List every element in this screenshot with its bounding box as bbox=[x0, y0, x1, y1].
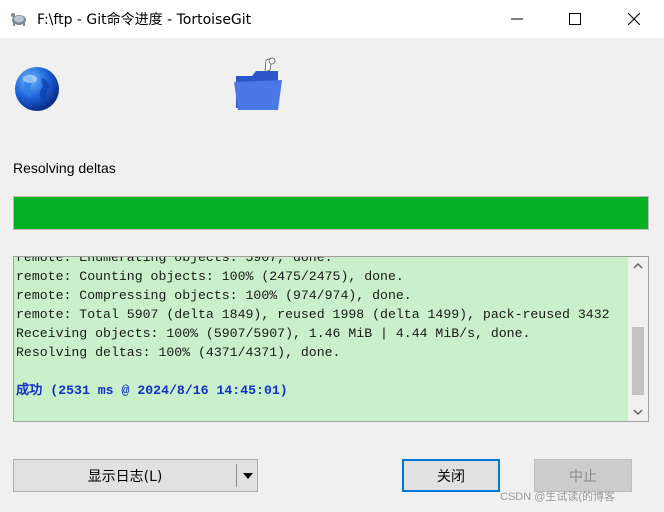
minimize-button[interactable] bbox=[488, 0, 546, 38]
globe-icon bbox=[15, 67, 59, 111]
close-icon bbox=[628, 13, 640, 25]
chevron-up-icon bbox=[633, 263, 643, 269]
scroll-thumb[interactable] bbox=[632, 327, 644, 395]
scroll-up-button[interactable] bbox=[628, 257, 648, 275]
watermark: CSDN @生试读(的博客 bbox=[500, 491, 616, 503]
scroll-down-button[interactable] bbox=[628, 403, 648, 421]
close-window-button[interactable] bbox=[604, 0, 664, 38]
log-line: remote: Enumerating objects: 5907, done. bbox=[16, 257, 333, 265]
success-message: 成功 (2531 ms @ 2024/8/16 14:45:01) bbox=[16, 383, 288, 398]
maximize-button[interactable] bbox=[546, 0, 604, 38]
folder-icon bbox=[234, 57, 282, 110]
show-log-label: 显示日志(L) bbox=[87, 468, 163, 485]
log-line: Resolving deltas: 100% (4371/4371), done… bbox=[16, 345, 341, 360]
close-button[interactable]: 关闭 bbox=[402, 459, 500, 492]
maximize-icon bbox=[569, 13, 581, 25]
chevron-down-icon bbox=[633, 409, 643, 415]
log-line: remote: Compressing objects: 100% (974/9… bbox=[16, 288, 412, 303]
show-log-button[interactable]: 显示日志(L) bbox=[13, 459, 258, 492]
log-scrollbar[interactable] bbox=[628, 257, 648, 421]
log-output: remote: Enumerating objects: 5907, done.… bbox=[13, 256, 649, 422]
tortoisegit-icon bbox=[11, 13, 26, 26]
minimize-icon bbox=[511, 18, 523, 20]
log-line: remote: Total 5907 (delta 1849), reused … bbox=[16, 307, 610, 322]
status-text: Resolving deltas bbox=[13, 160, 116, 176]
progress-fill bbox=[14, 197, 648, 229]
title-bar: F:\ftp - Git命令进度 - TortoiseGit bbox=[0, 0, 664, 38]
show-log-dropdown-button[interactable] bbox=[237, 460, 258, 491]
log-lines: remote: Enumerating objects: 5907, done.… bbox=[16, 257, 626, 421]
window-title: F:\ftp - Git命令进度 - TortoiseGit bbox=[37, 12, 252, 28]
log-line: remote: Counting objects: 100% (2475/247… bbox=[16, 269, 404, 284]
progress-bar bbox=[13, 196, 649, 230]
dropdown-arrow-icon bbox=[242, 472, 253, 479]
log-line: Receiving objects: 100% (5907/5907), 1.4… bbox=[16, 326, 531, 341]
